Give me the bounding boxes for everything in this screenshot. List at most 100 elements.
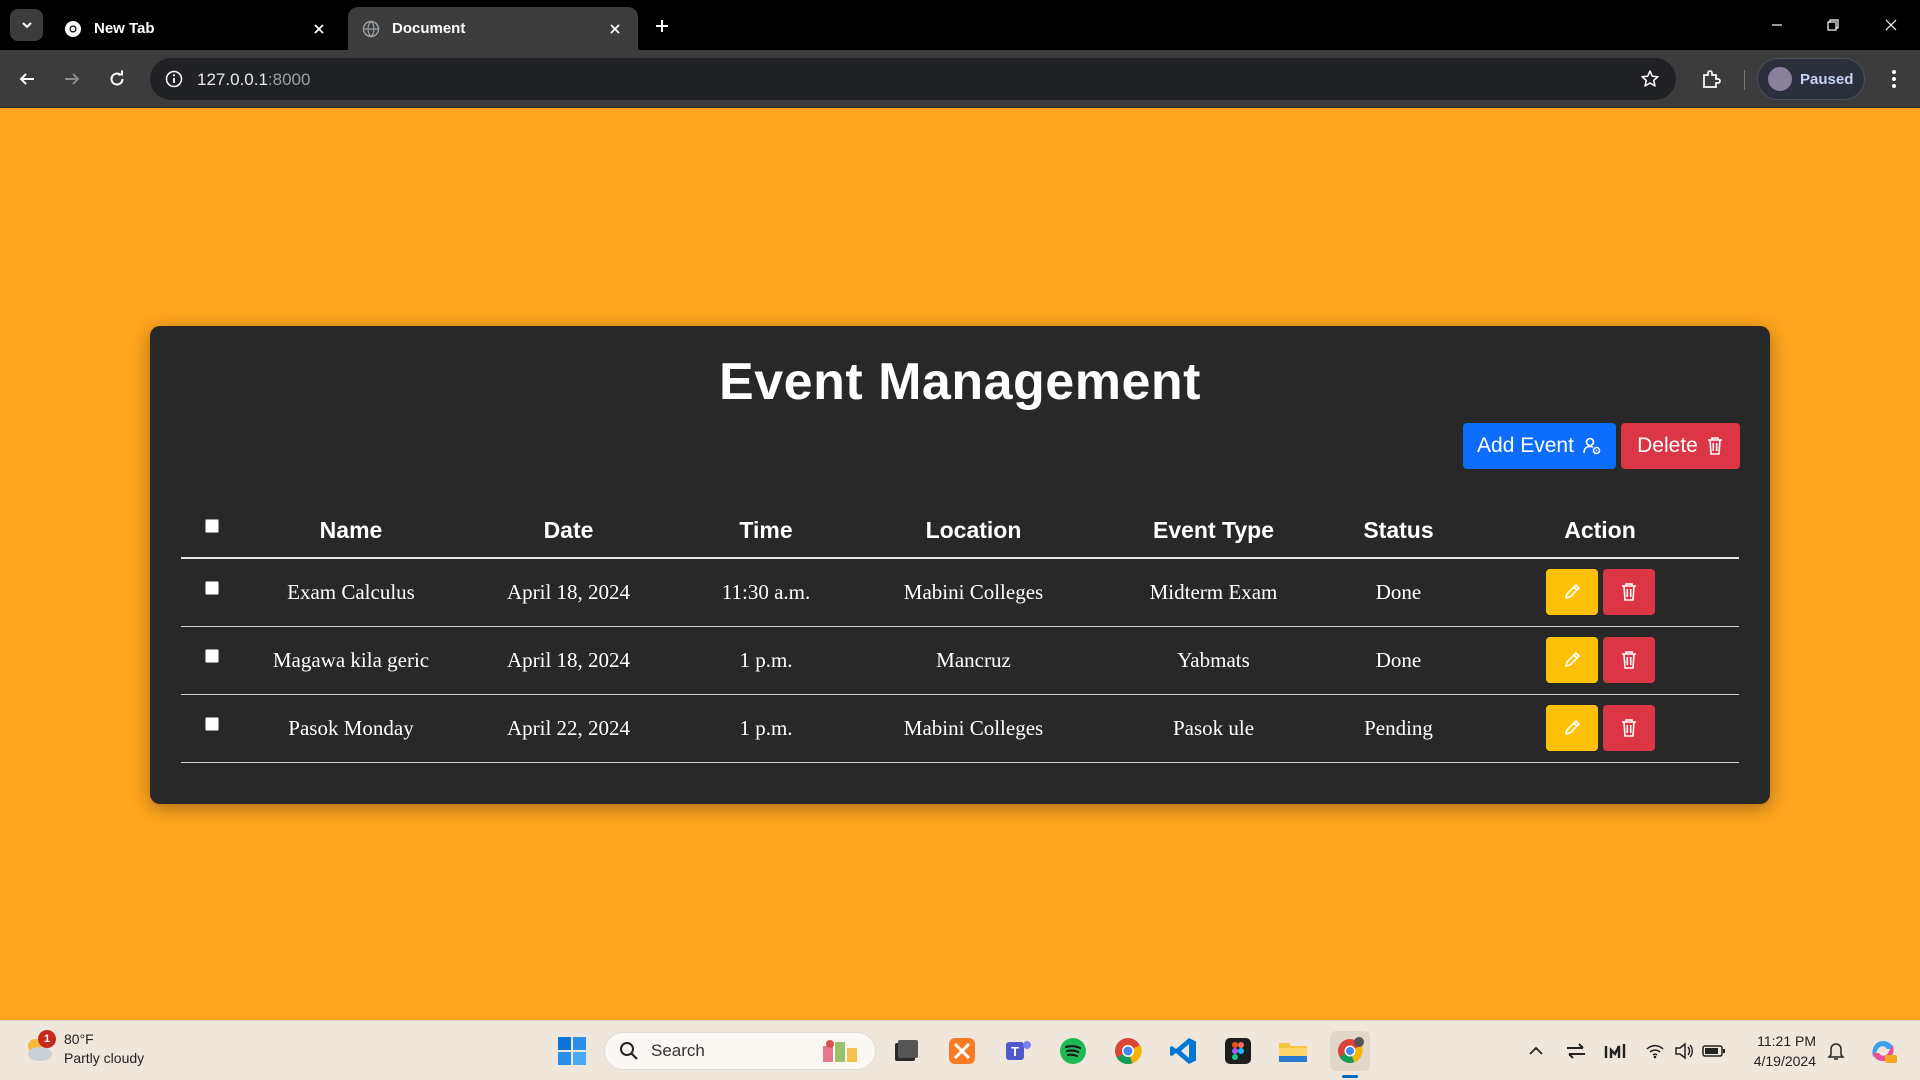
event-date: April 18, 2024 — [461, 558, 676, 627]
file-explorer-icon[interactable] — [1273, 1031, 1313, 1071]
chevron-up-icon[interactable] — [1524, 1039, 1548, 1063]
window-close-button[interactable] — [1868, 8, 1914, 42]
edit-button[interactable] — [1545, 705, 1598, 751]
event-status: Done — [1336, 626, 1461, 695]
event-time: 1 p.m. — [676, 694, 856, 763]
column-header-location: Location — [856, 504, 1091, 559]
close-icon[interactable] — [604, 18, 626, 40]
pencil-icon — [1564, 652, 1580, 667]
event-time: 1 p.m. — [676, 626, 856, 695]
weather-widget[interactable]: 1 80°F Partly cloudy — [22, 1030, 144, 1068]
close-icon — [1885, 19, 1897, 31]
row-checkbox[interactable] — [205, 580, 219, 595]
clock-date: 4/19/2024 — [1753, 1053, 1816, 1069]
extensions-button[interactable] — [1693, 61, 1729, 97]
column-header-date: Date — [461, 504, 676, 559]
vscode-icon[interactable] — [1163, 1031, 1203, 1071]
bell-icon[interactable] — [1824, 1039, 1848, 1063]
more-vertical-icon — [1892, 70, 1896, 88]
browser-tabstrip: New Tab Document — [0, 0, 1920, 50]
table-header-row: Name Date Time Location Event Type Statu… — [181, 504, 1739, 559]
taskbar: 1 80°F Partly cloudy Search T 11:21 PM 4… — [0, 1020, 1920, 1080]
xampp-icon[interactable] — [942, 1031, 982, 1071]
tab-title: New Tab — [94, 20, 155, 37]
event-location: Mancruz — [856, 626, 1091, 695]
delete-row-button[interactable] — [1602, 705, 1655, 751]
event-management-card: Event Management Add Event Delete Name D… — [150, 326, 1770, 804]
trash-icon — [1621, 651, 1636, 669]
row-check-cell — [181, 694, 241, 763]
row-actions — [1461, 558, 1739, 627]
select-all-checkbox[interactable] — [205, 518, 219, 533]
search-highlight-icon — [823, 1040, 857, 1062]
taskbar-search[interactable]: Search — [604, 1032, 876, 1070]
menu-button[interactable] — [1876, 61, 1912, 97]
system-clock[interactable]: 11:21 PM 4/19/2024 — [1740, 1031, 1816, 1071]
partly-cloudy-icon: 1 — [22, 1030, 56, 1066]
sync-icon[interactable] — [1564, 1039, 1588, 1063]
minimize-icon — [1772, 24, 1782, 26]
close-icon[interactable] — [308, 18, 330, 40]
reload-icon — [110, 70, 124, 86]
windows-start-button[interactable] — [552, 1031, 592, 1071]
battery-icon[interactable] — [1702, 1039, 1726, 1063]
figma-icon[interactable] — [1218, 1031, 1258, 1071]
delete-row-button[interactable] — [1602, 637, 1655, 683]
copilot-icon[interactable] — [1866, 1034, 1900, 1068]
site-info-icon[interactable] — [160, 65, 188, 93]
avatar — [1768, 67, 1792, 91]
delete-row-button[interactable] — [1602, 569, 1655, 616]
puzzle-icon — [1703, 70, 1721, 88]
chrome-profile-icon[interactable] — [1330, 1031, 1370, 1071]
row-checkbox[interactable] — [205, 716, 219, 731]
plus-icon — [656, 20, 668, 32]
chevron-down-icon — [21, 22, 32, 29]
weather-description: Partly cloudy — [64, 1050, 145, 1066]
table-row: Pasok Monday April 22, 2024 1 p.m. Mabin… — [181, 694, 1739, 763]
row-checkbox[interactable] — [205, 648, 219, 663]
arrow-left-icon — [19, 73, 34, 85]
tab-new-tab[interactable]: New Tab — [50, 7, 342, 50]
teams-icon[interactable]: T — [998, 1031, 1038, 1071]
wifi-icon[interactable] — [1643, 1039, 1667, 1063]
notification-badge: 1 — [38, 1030, 56, 1048]
event-name: Exam Calculus — [241, 558, 461, 627]
tab-document[interactable]: Document — [348, 7, 638, 50]
event-location: Mabini Colleges — [856, 694, 1091, 763]
app-tray-icon[interactable] — [1603, 1039, 1627, 1063]
forward-button[interactable] — [54, 61, 90, 97]
event-status: Done — [1336, 558, 1461, 627]
table-row: Magawa kila geric April 18, 2024 1 p.m. … — [181, 626, 1739, 695]
address-bar[interactable]: 127.0.0.1:8000 — [150, 58, 1676, 100]
minimize-button[interactable] — [1754, 8, 1800, 42]
profile-button[interactable]: Paused — [1757, 58, 1865, 100]
column-header-time: Time — [676, 504, 856, 559]
select-all-cell — [181, 504, 241, 559]
bookmark-star-icon[interactable] — [1636, 65, 1664, 93]
windows-logo-icon — [558, 1037, 586, 1065]
column-header-name: Name — [241, 504, 461, 559]
row-check-cell — [181, 558, 241, 627]
back-button[interactable] — [9, 61, 45, 97]
add-event-button[interactable]: Add Event — [1463, 423, 1616, 469]
tab-search-button[interactable] — [10, 9, 43, 41]
active-app-indicator — [1342, 1075, 1358, 1078]
delete-button[interactable]: Delete — [1621, 423, 1740, 469]
table-row: Exam Calculus April 18, 2024 11:30 a.m. … — [181, 558, 1739, 627]
events-table: Name Date Time Location Event Type Statu… — [181, 504, 1739, 763]
restore-button[interactable] — [1810, 8, 1856, 42]
event-type: Midterm Exam — [1091, 558, 1336, 627]
task-view-icon[interactable] — [886, 1031, 926, 1071]
search-icon — [620, 1042, 638, 1060]
new-tab-button[interactable] — [648, 12, 676, 40]
edit-button[interactable] — [1545, 637, 1598, 683]
spotify-icon[interactable] — [1053, 1031, 1093, 1071]
edit-button[interactable] — [1545, 569, 1598, 616]
chrome-icon[interactable] — [1108, 1031, 1148, 1071]
url-host: 127.0.0.1 — [197, 70, 268, 89]
arrow-right-icon — [65, 73, 80, 85]
volume-icon[interactable] — [1672, 1039, 1696, 1063]
event-type: Pasok ule — [1091, 694, 1336, 763]
search-label: Search — [651, 1041, 705, 1060]
reload-button[interactable] — [99, 61, 135, 97]
